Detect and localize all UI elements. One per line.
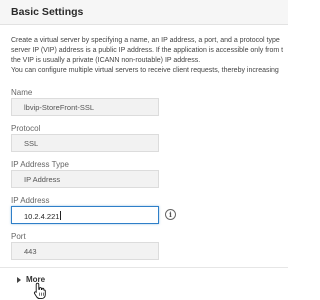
protocol-label: Protocol xyxy=(11,124,41,133)
ip-address-type-field[interactable]: IP Address xyxy=(11,170,159,188)
ip-address-value: 10.2.4.221 xyxy=(24,212,60,221)
name-field[interactable]: lbvip-StoreFront-SSL xyxy=(11,98,159,116)
name-label: Name xyxy=(11,88,33,97)
description-line: You can configure multiple virtual serve… xyxy=(11,67,279,74)
ip-address-label: IP Address xyxy=(11,196,50,205)
port-label: Port xyxy=(11,232,26,241)
panel-title: Basic Settings xyxy=(11,6,84,18)
info-icon[interactable]: i xyxy=(165,209,176,220)
description-line: the VIP is usually a private (ICANN non-… xyxy=(11,57,201,64)
protocol-field[interactable]: SSL xyxy=(11,134,159,152)
ip-address-field[interactable]: 10.2.4.221 xyxy=(11,206,159,224)
divider xyxy=(0,267,288,268)
ip-address-type-label: IP Address Type xyxy=(11,160,69,169)
basic-settings-panel: Basic Settings Create a virtual server b… xyxy=(0,0,288,300)
hand-pointer-icon xyxy=(33,282,46,300)
description-line: server IP (VIP) address is a public IP a… xyxy=(11,47,284,54)
description-line: Create a virtual server by specifying a … xyxy=(11,37,280,44)
caret-right-icon xyxy=(17,277,21,283)
panel-header: Basic Settings xyxy=(0,0,288,25)
port-field[interactable]: 443 xyxy=(11,242,159,260)
text-caret xyxy=(60,211,62,220)
description-text: Create a virtual server by specifying a … xyxy=(11,36,311,76)
